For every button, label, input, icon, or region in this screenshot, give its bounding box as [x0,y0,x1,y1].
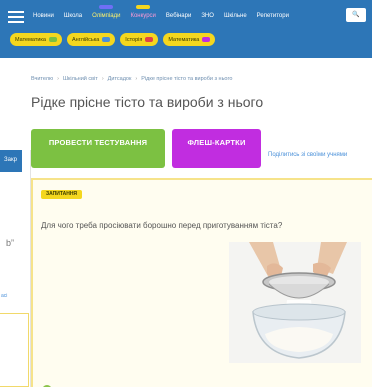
pill-badge [49,37,57,42]
subject-pill[interactable]: Англійська [67,33,116,46]
breadcrumb-item-current: Рідке прісне тісто та вироби з нього [141,76,233,82]
page-title: Рідке прісне тісто та вироби з нього [31,94,264,110]
flash-cards-button[interactable]: ФЛЕШ-КАРТКИ [172,129,261,168]
menu-icon[interactable] [7,9,25,25]
nav-contests[interactable]: Конкурси [125,5,160,23]
pill-badge [145,37,154,42]
side-popup-box [0,313,29,387]
subject-pill[interactable]: Математика [163,33,216,46]
nav-schooling[interactable]: Шкільне [219,9,252,23]
search-icon: 🔍 [352,12,360,18]
nav-badge [99,5,114,9]
top-header: Новини Школа Олімпіади Конкурси Вебінари… [0,0,372,58]
side-popup-panel: Закр b” aci [0,150,31,387]
nav-olympiads[interactable]: Олімпіади [87,5,125,23]
subject-pills: Математика Англійська Історія Математика [10,33,216,46]
side-popup-link[interactable]: aci [1,293,7,299]
subject-pill[interactable]: Математика [10,33,62,46]
question-tag: ЗАПИТАННЯ [41,190,83,199]
main-nav: Новини Школа Олімпіади Конкурси Вебінари… [28,5,294,23]
nav-school[interactable]: Школа [59,9,87,23]
search-button[interactable]: 🔍 [346,8,366,22]
nav-tutors[interactable]: Репетитори [252,9,294,23]
nav-badge [136,5,151,9]
flour-sifting-photo [229,242,361,363]
pill-badge [102,37,111,42]
nav-webinars[interactable]: Вебінари [161,9,196,23]
run-test-label: ПРОВЕСТИ ТЕСТУВАННЯ [48,138,148,147]
side-popup-text: b” [6,238,15,248]
breadcrumb-separator: › [101,76,104,82]
nav-news[interactable]: Новини [28,9,59,23]
question-card: ЗАПИТАННЯ Для чого треба просіювати боро… [31,178,372,387]
nav-zno[interactable]: ЗНО [196,9,219,23]
flour-sifting-illustration [229,242,361,363]
pill-badge [202,37,211,42]
breadcrumb-item[interactable]: Шкільний світ [63,76,98,82]
breadcrumb-item[interactable]: Дитсадок [108,76,132,82]
side-popup-header[interactable]: Закр [0,150,22,172]
run-test-button[interactable]: ПРОВЕСТИ ТЕСТУВАННЯ [31,129,165,168]
breadcrumb: Вчителю › Шкільний світ › Дитсадок › Рідке … [31,76,232,82]
breadcrumb-separator: › [135,76,138,82]
breadcrumb-separator: › [57,76,59,82]
subject-pill[interactable]: Історія [120,33,159,46]
question-text: Для чого треба просіювати борошно перед … [41,221,283,230]
share-with-students-link[interactable]: Поділитись зі своїми учнями [268,152,347,158]
flash-cards-label: ФЛЕШ-КАРТКИ [187,138,246,147]
breadcrumb-item[interactable]: Вчителю [31,76,53,82]
close-button[interactable]: Закр [4,157,17,163]
